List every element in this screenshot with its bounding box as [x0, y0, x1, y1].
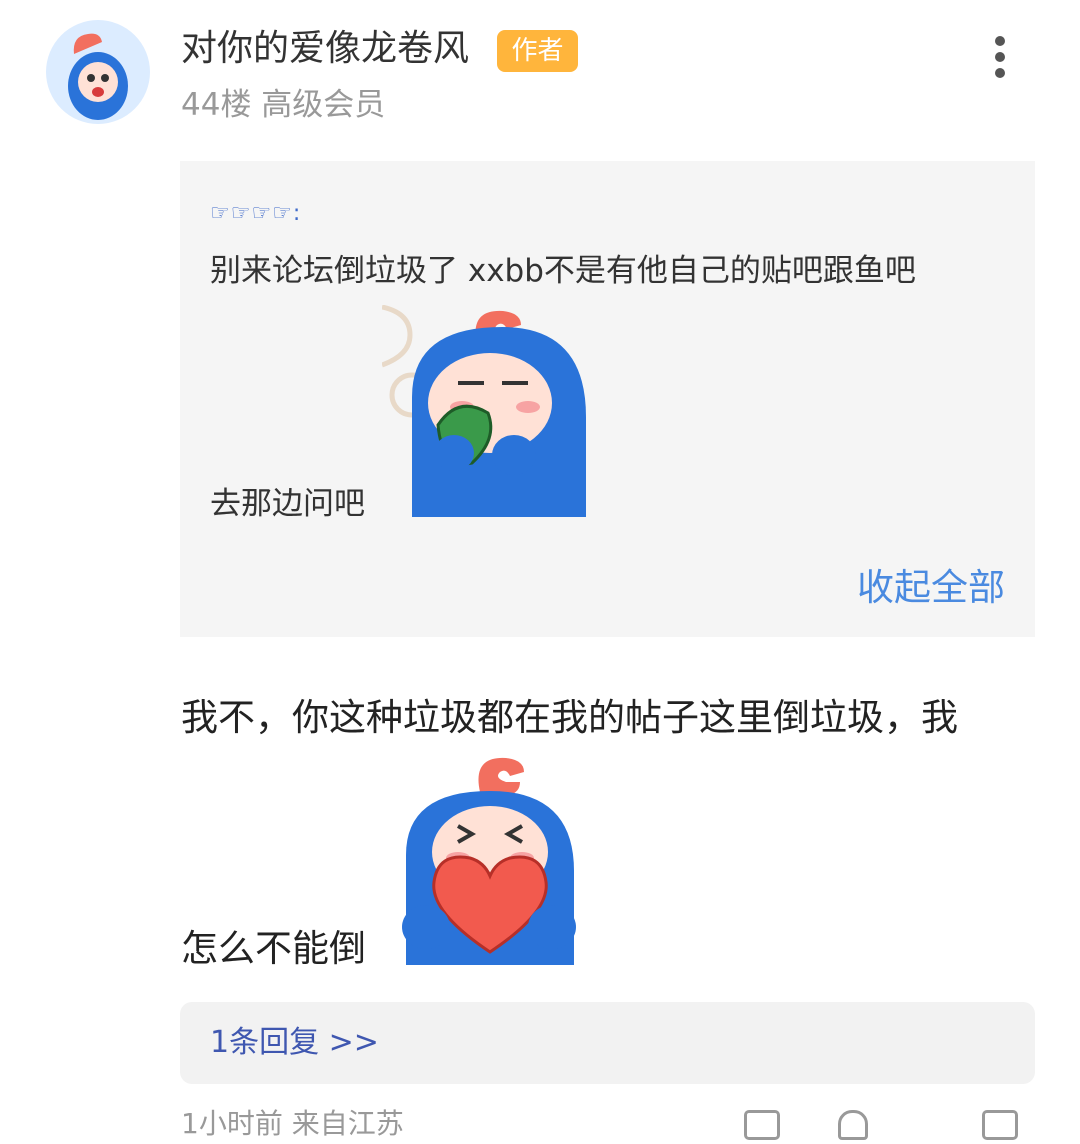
quote-pointers: ☞☞☞☞: [210, 201, 302, 226]
share-icon[interactable] [744, 1110, 780, 1140]
username[interactable]: 对你的爱像龙卷风 [181, 26, 469, 72]
author-badge: 作者 [497, 30, 578, 72]
sub-replies-link[interactable]: 1条回复 >> [210, 1022, 379, 1064]
quoted-post: ☞☞☞☞: 别来论坛倒垃圾了 xxbb不是有他自己的贴吧跟鱼吧 去那边问吧 收起… [180, 161, 1035, 637]
comment-icon[interactable] [982, 1110, 1018, 1140]
avatar-mascot-icon [68, 33, 128, 120]
collapse-all-link[interactable]: 收起全部 [857, 563, 1005, 613]
more-vertical-icon[interactable] [982, 30, 1018, 82]
reply-text-line: 怎么不能倒 [181, 927, 366, 970]
mascot-eating-sticker-icon [382, 305, 586, 517]
reply-text-line: 我不，你这种垃圾都在我的帖子这里倒垃圾，我 [181, 696, 958, 739]
quote-text-line: 去那边问吧 [210, 486, 365, 522]
quote-text-line: 别来论坛倒垃圾了 xxbb不是有他自己的贴吧跟鱼吧 [210, 253, 916, 289]
like-icon[interactable] [838, 1110, 868, 1140]
sub-replies-box[interactable]: 1条回复 >> [180, 1002, 1035, 1084]
post-time-location: 1小时前 来自江苏 [181, 1107, 404, 1140]
mascot-heart-sticker-icon [402, 757, 576, 965]
user-avatar[interactable] [46, 20, 150, 124]
floor-and-level: 44楼 高级会员 [181, 87, 386, 123]
